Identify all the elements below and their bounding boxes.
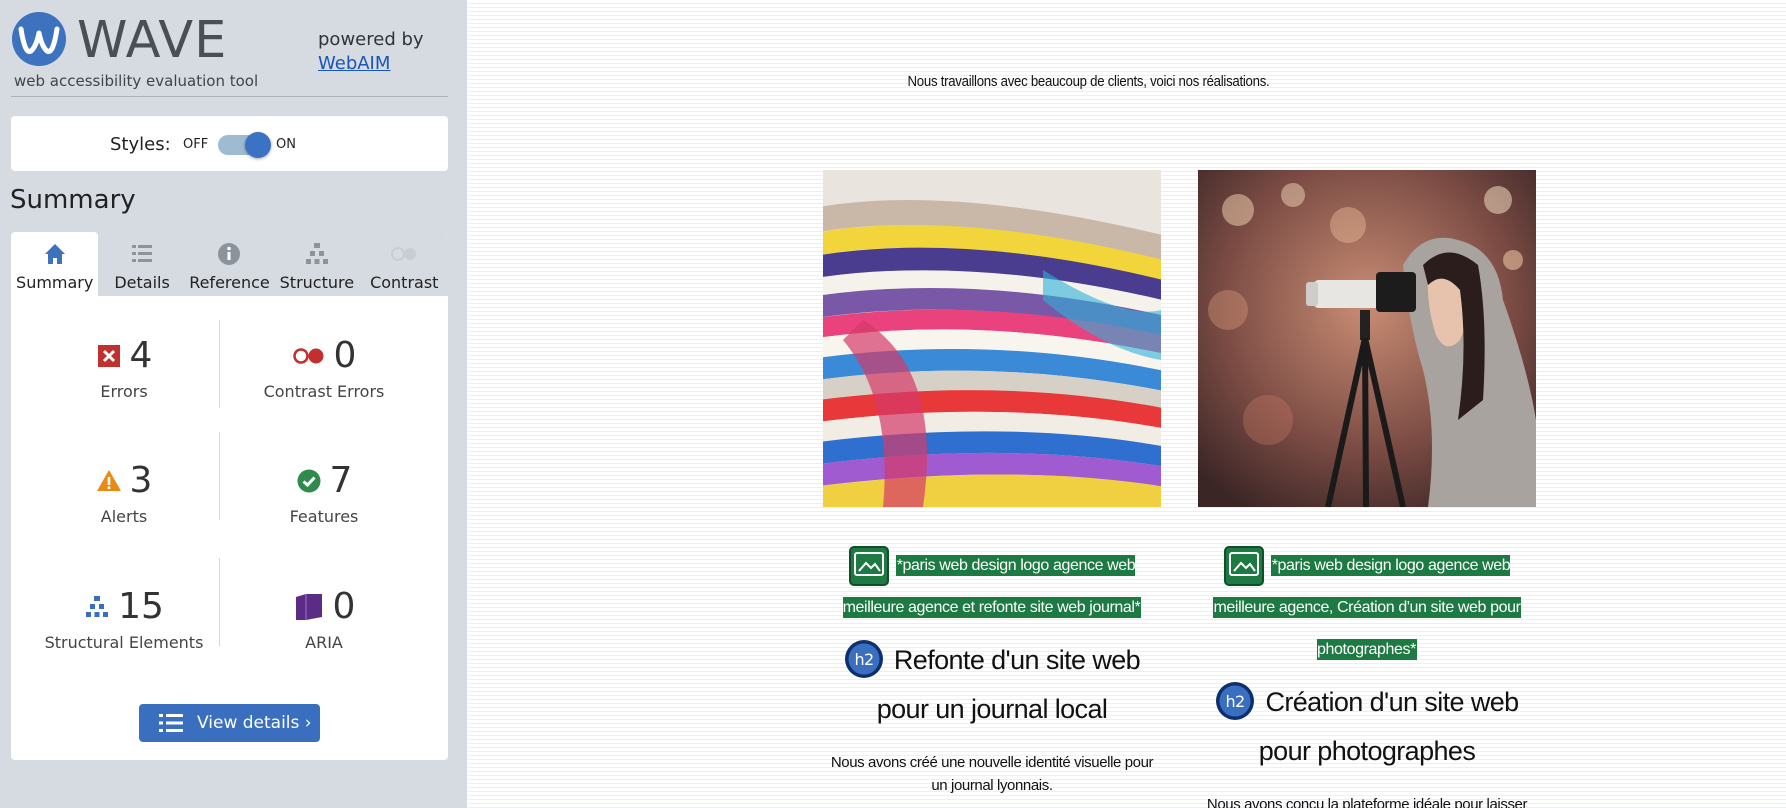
contrast-errors-label: Contrast Errors (263, 382, 385, 401)
stat-errors[interactable]: 4 Errors (24, 334, 224, 401)
tab-label: Summary (16, 273, 94, 292)
structural-count: 15 (118, 586, 164, 627)
features-label: Features (289, 507, 359, 526)
wave-subtitle: web accessibility evaluation tool (14, 72, 259, 90)
stat-structural-elements[interactable]: 15 Structural Elements (24, 585, 224, 653)
svg-text:h2: h2 (854, 650, 873, 669)
feature-check-icon (297, 469, 321, 493)
structure-icon (86, 596, 109, 617)
svg-text:h2: h2 (1226, 692, 1245, 711)
structure-icon (305, 243, 328, 264)
page-intro-text: Nous travaillons avec beaucoup de client… (907, 73, 1270, 90)
tab-label: Structure (279, 273, 355, 292)
aria-icon (295, 594, 322, 620)
wave-tabs: Summary Details Reference Structure Cont… (11, 232, 448, 296)
summary-stats: 4 Errors 0 Contrast Errors 3 Alerts 7 Fe… (11, 296, 448, 686)
card-description: Nous avons conçu la plateforme idéale po… (1206, 796, 1528, 808)
alert-icon (96, 470, 121, 491)
alerts-count: 3 (129, 460, 153, 501)
list-icon (159, 714, 183, 732)
aria-label: ARIA (305, 633, 343, 652)
errors-count: 4 (129, 335, 153, 376)
error-icon (97, 345, 120, 367)
powered-by: powered by WebAIM (318, 28, 424, 76)
styles-toggle-panel: Styles: OFF ON (11, 116, 448, 171)
image-alt-icon[interactable] (1223, 545, 1264, 586)
card-description: Nous avons créé une nouvelle identité vi… (830, 754, 1154, 794)
styles-on-label: ON (276, 137, 296, 152)
styles-toggle-switch[interactable] (218, 132, 271, 158)
stacked-magazines-image[interactable] (823, 170, 1161, 507)
card-heading: h2 Refonte d'un site web pour un journal… (823, 636, 1161, 734)
wave-header: WAVE web accessibility evaluation tool p… (11, 10, 448, 97)
wave-logo-icon (12, 12, 66, 66)
image-alt-icon[interactable] (848, 545, 889, 586)
summary-heading: Summary (10, 185, 136, 215)
evaluated-page: Nous travaillons avec beaucoup de client… (467, 0, 1786, 808)
alerts-label: Alerts (100, 507, 148, 526)
card-title-text: Refonte d'un site web pour un journal lo… (876, 645, 1141, 724)
errors-label: Errors (100, 382, 148, 401)
view-details-button[interactable]: View details › (139, 704, 320, 742)
powered-by-label: powered by (318, 29, 424, 50)
wave-sidebar: WAVE web accessibility evaluation tool p… (0, 0, 467, 808)
structural-label: Structural Elements (44, 633, 204, 652)
view-details-label: View details › (197, 713, 312, 733)
portfolio-card: *paris web design logo agence web meille… (823, 170, 1161, 797)
info-icon (218, 243, 241, 265)
portfolio-card: *paris web design logo agence web meille… (1198, 170, 1536, 808)
tab-reference[interactable]: Reference (186, 232, 273, 296)
h2-icon[interactable]: h2 (844, 639, 884, 679)
tab-contrast[interactable]: Contrast (361, 232, 448, 296)
h2-icon[interactable]: h2 (1215, 681, 1255, 721)
home-icon (44, 244, 65, 264)
card-heading: h2 Création d'un site web pour photograp… (1198, 678, 1536, 776)
tab-label: Reference (189, 273, 270, 292)
toggle-knob[interactable] (245, 132, 271, 158)
aria-count: 0 (332, 586, 356, 627)
contrast-error-icon (292, 348, 324, 364)
photographer-image[interactable] (1198, 170, 1536, 507)
image-alt-annotation: *paris web design logo agence web meille… (823, 544, 1161, 628)
card-title-text: Création d'un site web pour photographes (1258, 687, 1519, 766)
stat-alerts[interactable]: 3 Alerts (24, 459, 224, 526)
tab-summary[interactable]: Summary (11, 232, 99, 296)
contrast-icon (391, 247, 417, 261)
image-alt-annotation: *paris web design logo agence web meille… (1198, 544, 1536, 670)
styles-off-label: OFF (183, 137, 209, 152)
tab-structure[interactable]: Structure (273, 232, 360, 296)
wave-title: WAVE (77, 11, 228, 70)
tab-label: Details (114, 273, 170, 292)
stat-features[interactable]: 7 Features (224, 459, 424, 527)
tab-label: Contrast (370, 273, 439, 292)
summary-panel: Summary Details Reference Structure Cont… (11, 232, 448, 760)
stat-aria[interactable]: 0 ARIA (224, 585, 424, 652)
webaim-link[interactable]: WebAIM (318, 53, 390, 74)
styles-label: Styles: (110, 134, 171, 155)
features-count: 7 (329, 460, 353, 501)
stat-contrast-errors[interactable]: 0 Contrast Errors (224, 334, 424, 402)
list-icon (132, 245, 153, 262)
contrast-errors-count: 0 (333, 335, 357, 376)
tab-details[interactable]: Details (98, 232, 185, 296)
